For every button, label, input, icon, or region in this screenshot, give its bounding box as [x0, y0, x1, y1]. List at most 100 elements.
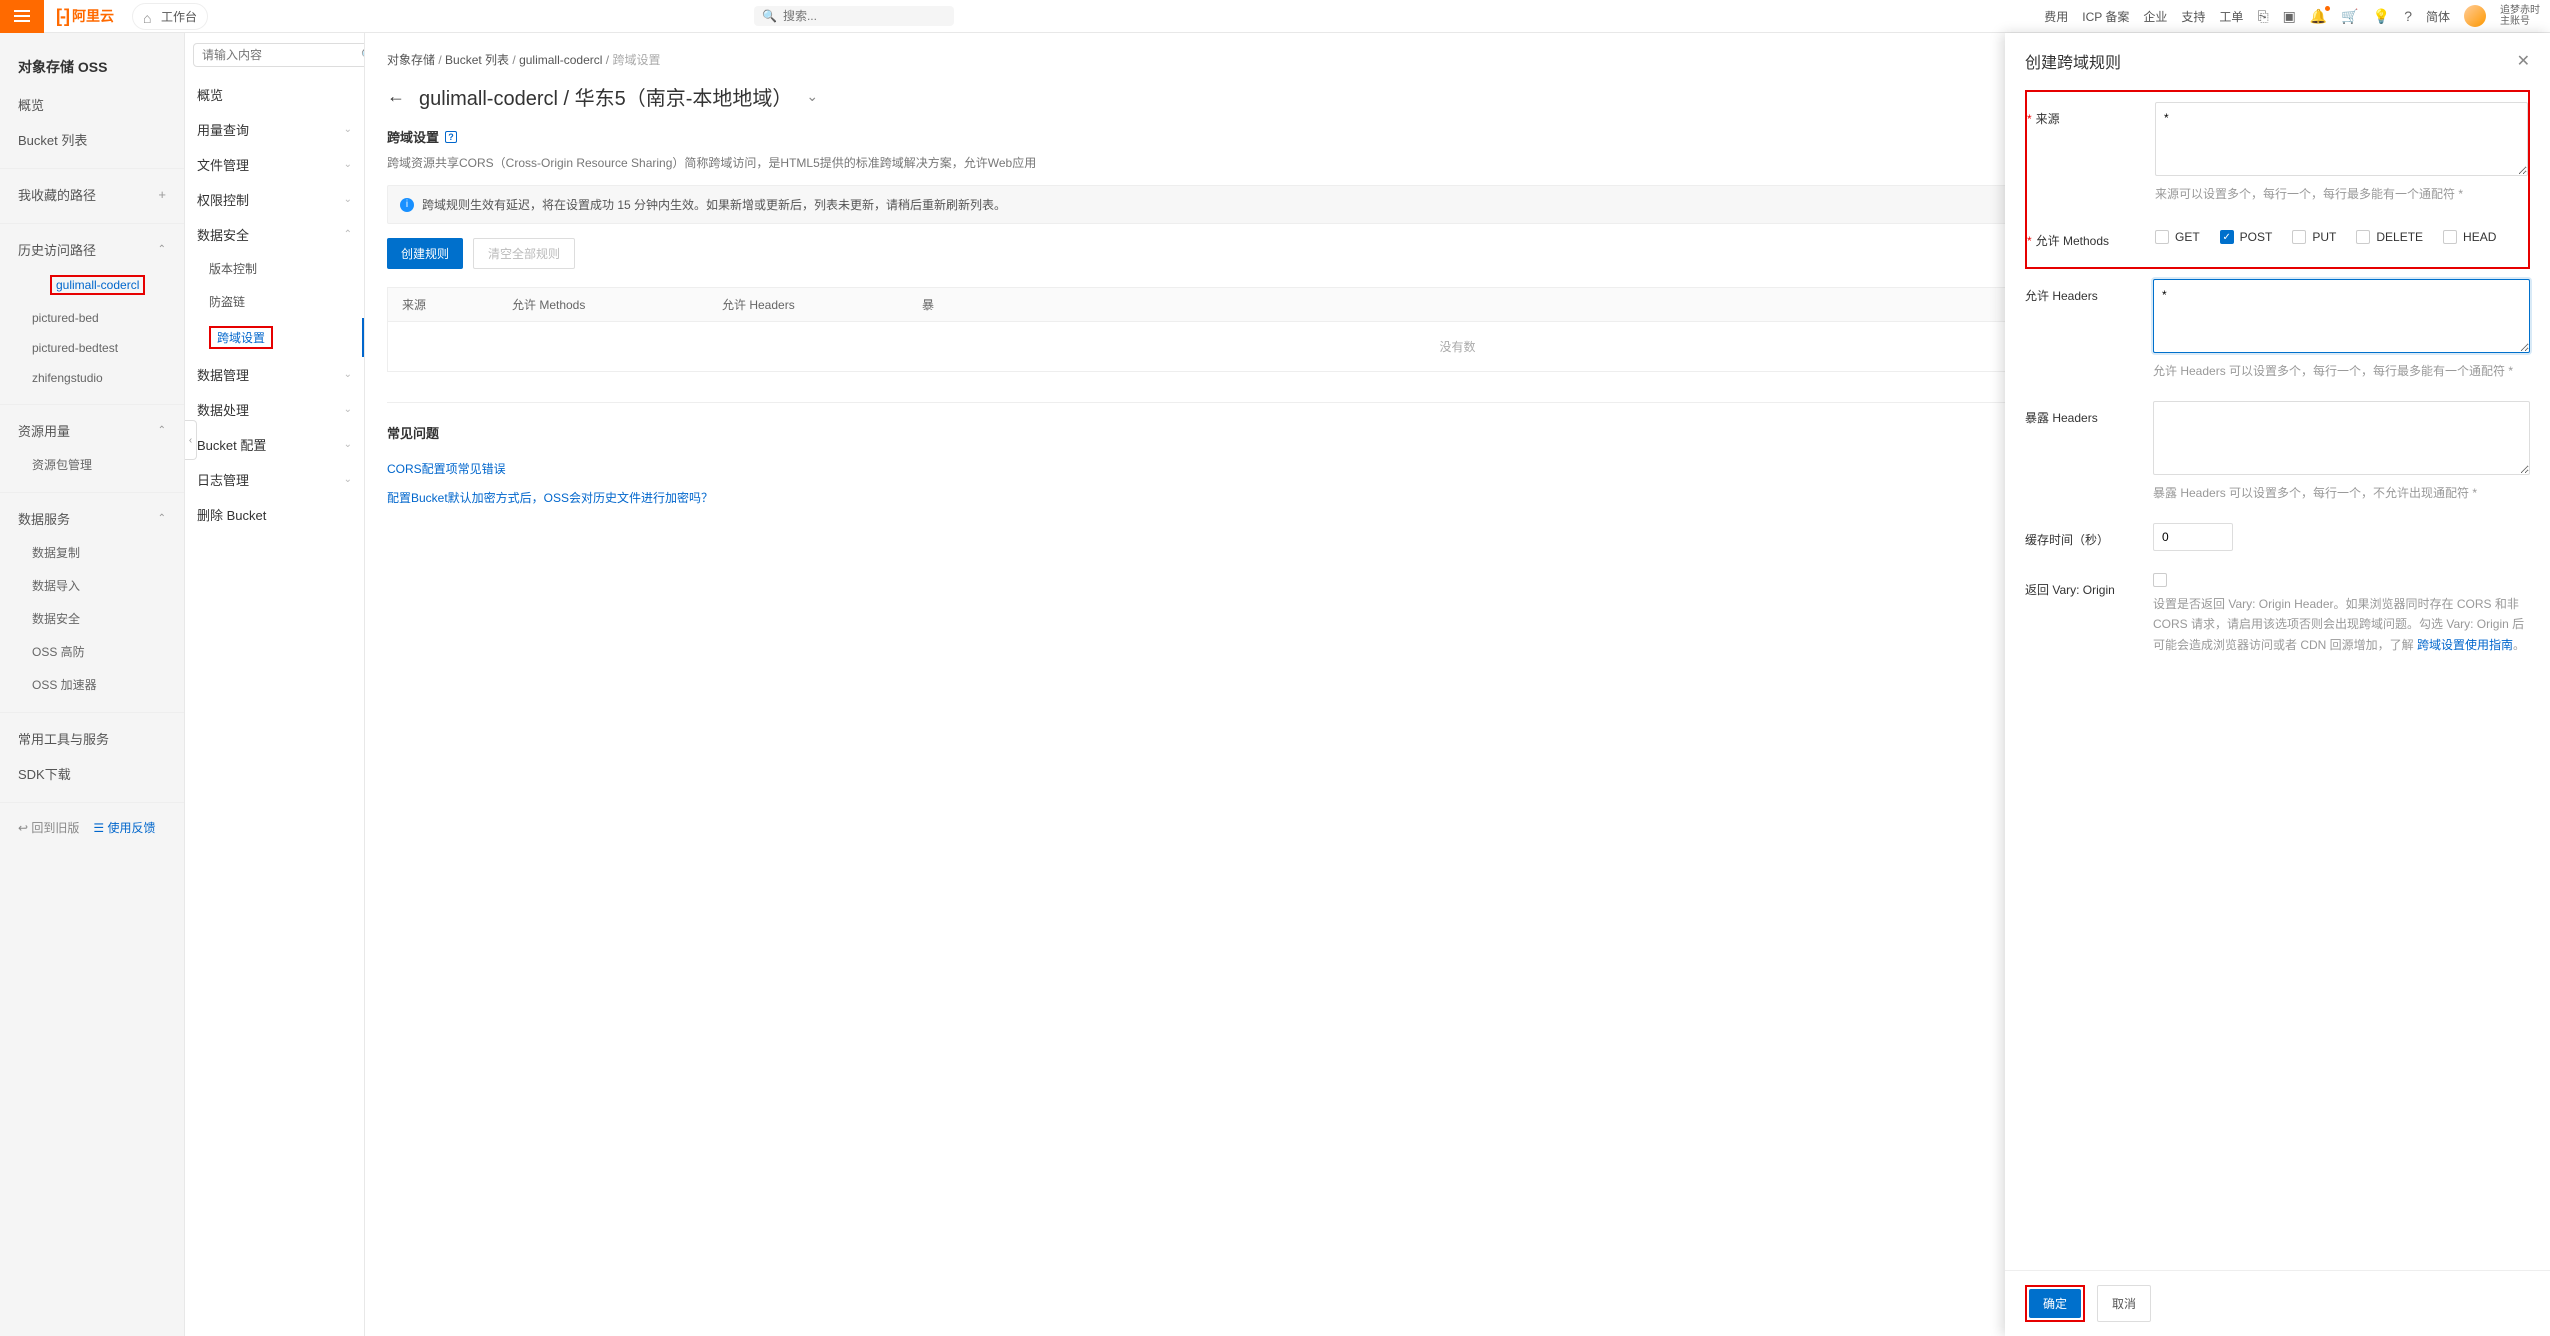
nav-data-service[interactable]: 数据服务⌃	[0, 501, 184, 536]
nav-fav-path[interactable]: 我收藏的路径+	[0, 177, 184, 212]
hamburger-menu[interactable]	[0, 0, 44, 33]
cart-icon[interactable]: 🛒	[2341, 8, 2358, 25]
global-search[interactable]: 🔍	[754, 6, 954, 26]
screen-icon[interactable]: ▣	[2283, 8, 2296, 25]
back-old[interactable]: ↩ 回到旧版	[18, 819, 79, 836]
chevron-down-icon: ⌄	[344, 159, 352, 170]
nav-lang[interactable]: 简体	[2426, 8, 2450, 25]
nav2-perm[interactable]: 权限控制⌄	[185, 182, 364, 217]
chk-delete[interactable]: DELETE	[2356, 230, 2423, 244]
ds-item-1[interactable]: 数据导入	[0, 569, 184, 602]
nav2-security[interactable]: 数据安全⌃	[185, 217, 364, 252]
ds-item-0[interactable]: 数据复制	[0, 536, 184, 569]
logo-text: 阿里云	[72, 6, 114, 26]
checkbox-icon	[2292, 230, 2306, 244]
crumb-b[interactable]: Bucket 列表	[445, 53, 509, 67]
logo[interactable]: [-] 阿里云	[56, 6, 114, 27]
th-headers: 允许 Headers	[722, 296, 922, 313]
feedback-link[interactable]: ☰ 使用反馈	[93, 819, 155, 836]
plus-icon[interactable]: +	[158, 187, 166, 202]
nav2-bucket-cfg[interactable]: Bucket 配置⌄	[185, 427, 364, 462]
confirm-button[interactable]: 确定	[2029, 1289, 2081, 1318]
source-hint: 来源可以设置多个，每行一个，每行最多能有一个通配符 *	[2155, 185, 2528, 202]
nav2-log-mgmt[interactable]: 日志管理⌄	[185, 462, 364, 497]
search-input[interactable]	[783, 9, 946, 23]
nav2-cors[interactable]: 跨域设置	[185, 318, 364, 357]
history-item-gulimall[interactable]: gulimall-codercl	[0, 267, 184, 303]
avatar[interactable]	[2464, 5, 2486, 27]
vary-guide-link[interactable]: 跨域设置使用指南	[2417, 638, 2513, 652]
chevron-down-icon: ⌄	[344, 124, 352, 135]
sidebar-footer: ↩ 回到旧版 ☰ 使用反馈	[0, 811, 184, 844]
close-icon[interactable]: ✕	[2517, 51, 2530, 71]
ds-item-2[interactable]: 数据安全	[0, 602, 184, 635]
bell-icon[interactable]: 🔔	[2310, 8, 2327, 25]
allow-headers-hint: 允许 Headers 可以设置多个，每行一个，每行最多能有一个通配符 *	[2153, 362, 2530, 379]
sidebar-collapse-handle[interactable]: ‹	[185, 420, 197, 460]
chk-get[interactable]: GET	[2155, 230, 2200, 244]
ds-item-4[interactable]: OSS 加速器	[0, 668, 184, 701]
logo-icon: [-]	[56, 6, 68, 27]
chevron-down-icon[interactable]: ⌄	[806, 88, 818, 105]
th-source: 来源	[402, 296, 512, 313]
crumb-c[interactable]: gulimall-codercl	[519, 53, 602, 67]
label-allow-headers: 允许 Headers	[2025, 279, 2153, 304]
history-item-1[interactable]: pictured-bed	[0, 303, 184, 333]
alert-text: 跨域规则生效有延迟，将在设置成功 15 分钟内生效。如果新增或更新后，列表未更新…	[422, 196, 1006, 213]
cloudshell-icon[interactable]: ⎘	[2257, 8, 2268, 25]
doc-help-icon[interactable]: ?	[445, 131, 457, 143]
expose-headers-textarea[interactable]	[2153, 401, 2530, 475]
nav-tools[interactable]: 常用工具与服务	[0, 721, 184, 756]
nav2-file-mgmt[interactable]: 文件管理⌄	[185, 147, 364, 182]
help-icon[interactable]: ?	[2404, 8, 2412, 24]
topbar: [-] 阿里云 工作台 🔍 费用 ICP 备案 企业 支持 工单 ⎘ ▣ 🔔 🛒…	[0, 0, 2550, 33]
workbench-link[interactable]: 工作台	[132, 3, 208, 30]
label-expose-headers: 暴露 Headers	[2025, 401, 2153, 426]
nav-history-path[interactable]: 历史访问路径⌃	[0, 232, 184, 267]
source-textarea[interactable]: *	[2155, 102, 2528, 176]
vary-checkbox[interactable]	[2153, 573, 2167, 587]
nav-resource-usage[interactable]: 资源用量⌃	[0, 413, 184, 448]
nav2-version[interactable]: 版本控制	[185, 252, 364, 285]
nav-overview[interactable]: 概览	[0, 87, 184, 122]
nav-sdk[interactable]: SDK下载	[0, 756, 184, 791]
nav2-overview[interactable]: 概览	[185, 77, 364, 112]
cancel-button[interactable]: 取消	[2097, 1285, 2151, 1322]
history-item-2[interactable]: pictured-bedtest	[0, 333, 184, 363]
chevron-up-icon: ⌃	[344, 229, 352, 240]
nav-bucket-list[interactable]: Bucket 列表	[0, 122, 184, 157]
faq-link-2[interactable]: 配置Bucket默认加密方式后，OSS会对历史文件进行加密吗？	[387, 489, 713, 506]
chevron-up-icon: ⌃	[158, 513, 166, 524]
bulb-icon[interactable]: 💡	[2373, 8, 2390, 25]
cache-time-input[interactable]	[2153, 523, 2233, 551]
clear-rules-button[interactable]: 清空全部规则	[473, 238, 575, 269]
chk-post[interactable]: ✓POST	[2220, 230, 2273, 244]
checkbox-icon	[2356, 230, 2370, 244]
label-vary: 返回 Vary: Origin	[2025, 573, 2153, 598]
nav-ticket[interactable]: 工单	[2219, 8, 2243, 25]
nav2-data-proc[interactable]: 数据处理⌄	[185, 392, 364, 427]
nav-icp[interactable]: ICP 备案	[2082, 8, 2129, 25]
chk-put[interactable]: PUT	[2292, 230, 2336, 244]
nav-enterprise[interactable]: 企业	[2143, 8, 2167, 25]
nav2-antileech[interactable]: 防盗链	[185, 285, 364, 318]
create-rule-button[interactable]: 创建规则	[387, 238, 463, 269]
allow-headers-textarea[interactable]: *	[2153, 279, 2530, 353]
product-sidebar: 对象存储 OSS 概览 Bucket 列表 我收藏的路径+ 历史访问路径⌃ gu…	[0, 33, 185, 1336]
nav2-usage[interactable]: 用量查询⌄	[185, 112, 364, 147]
history-item-3[interactable]: zhifengstudio	[0, 363, 184, 393]
page-title: gulimall-codercl / 华东5（南京-本地地域）	[419, 82, 792, 111]
nav2-delete-bucket[interactable]: 删除 Bucket	[185, 497, 364, 532]
nav-fee[interactable]: 费用	[2044, 8, 2068, 25]
back-arrow-icon[interactable]: ←	[387, 86, 405, 107]
cors-drawer: 创建跨域规则 ✕ *来源 * 来源可以设置多个，每行一个，每行最多能有一个通配符…	[2005, 33, 2550, 1336]
bucket-search-input[interactable]	[193, 43, 365, 67]
nav-support[interactable]: 支持	[2181, 8, 2205, 25]
label-cache-time: 缓存时间（秒）	[2025, 523, 2153, 548]
faq-link-1[interactable]: CORS配置项常见错误	[387, 460, 506, 477]
crumb-a[interactable]: 对象存储	[387, 53, 435, 67]
chk-head[interactable]: HEAD	[2443, 230, 2496, 244]
ds-item-3[interactable]: OSS 高防	[0, 635, 184, 668]
nav2-data-mgmt[interactable]: 数据管理⌄	[185, 357, 364, 392]
nav-resource-pkg[interactable]: 资源包管理	[0, 448, 184, 481]
